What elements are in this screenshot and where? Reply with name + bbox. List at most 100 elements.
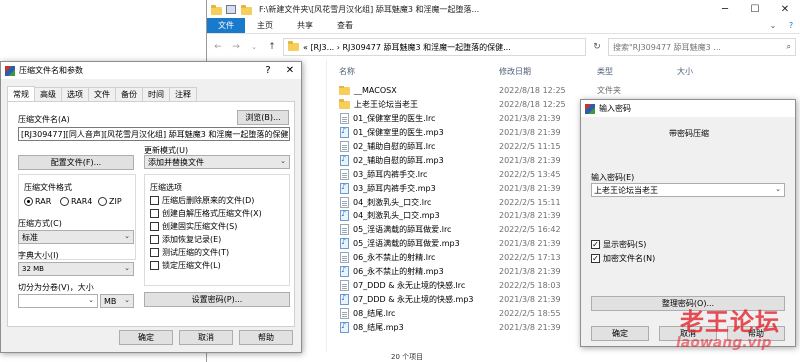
radio-rar[interactable]: RAR (24, 197, 51, 206)
save-icon[interactable] (226, 4, 236, 14)
file-name: 03_舔耳内裤手交.lrc (353, 169, 428, 179)
encrypt-names-checkbox[interactable]: ✓ 加密文件名(N) (591, 253, 655, 264)
watermark-url: laowang.vip (676, 335, 772, 351)
file-name: 上老王论坛当老王 (354, 100, 418, 110)
tab-advanced[interactable]: 高级 (34, 87, 62, 101)
minimize-icon[interactable]: ─ (710, 0, 740, 18)
set-password-button[interactable]: 设置密码(P)... (144, 292, 290, 307)
column-headers: 名称 修改日期 类型 大小 (333, 66, 800, 80)
ok-button[interactable]: 确定 (591, 326, 649, 341)
address-path: « [RJ3... › RJ309477 舔耳魅魔3 和淫魔一起堕落的保健... (303, 42, 511, 52)
option-label: 测试压缩的文件(T) (162, 248, 230, 257)
dict-size-label: 字典大小(I) (18, 251, 59, 260)
forward-arrow-icon[interactable]: → (229, 42, 243, 52)
close-icon[interactable]: ✕ (770, 0, 800, 18)
general-panel: 压缩文件名(A) 浏览(B)... [RJ309477][同人音声][风花雪月汉… (7, 101, 295, 327)
chevron-down-icon[interactable]: ⌄ (280, 129, 286, 137)
file-name: 01_保健室里的医生.mp3 (353, 128, 444, 138)
dict-size-value: 32 MB (22, 265, 44, 273)
option-solid[interactable]: 创建固实压缩文件(S) (150, 221, 237, 232)
password-value: 上老王论坛当老王 (594, 185, 658, 195)
update-mode-value: 添加并替换文件 (148, 157, 204, 167)
up-arrow-icon[interactable]: ↑ (265, 42, 279, 52)
file-row[interactable]: __MACOSX 2022/8/18 12:25 文件夹 (333, 84, 800, 98)
ribbon-tab-home[interactable]: 主页 (245, 18, 285, 33)
tab-general[interactable]: 常规 (7, 86, 35, 101)
close-icon[interactable]: ✕ (279, 65, 301, 76)
maximize-icon[interactable]: ☐ (740, 0, 770, 18)
chevron-down-icon[interactable]: ⌄ (88, 296, 94, 304)
file-name: 04_刺激乳头_口交.lrc (353, 197, 432, 207)
cancel-button[interactable]: 取消 (179, 330, 233, 345)
file-name: 02_辅助自慰的舔耳.mp3 (353, 155, 444, 165)
option-sfx[interactable]: 创建自解压格式压缩文件(X) (150, 208, 262, 219)
password-titlebar: 输入密码 (581, 100, 795, 117)
archive-name-label: 压缩文件名(A) (18, 115, 70, 124)
tab-options[interactable]: 选项 (61, 87, 89, 101)
help-icon[interactable]: ? (257, 65, 279, 76)
encrypt-names-label: 加密文件名(N) (603, 254, 656, 263)
help-icon[interactable]: ? (782, 18, 800, 33)
back-arrow-icon[interactable]: ← (211, 42, 225, 52)
radio-zip[interactable]: ZIP (98, 197, 122, 206)
browse-button[interactable]: 浏览(B)... (237, 110, 289, 125)
file-name: 07_DDD & 永无止境的快感.lrc (353, 280, 466, 290)
update-mode-select[interactable]: 添加并替换文件 ⌄ (144, 155, 290, 169)
ribbon-tab-view[interactable]: 查看 (325, 18, 365, 33)
column-date[interactable]: 修改日期 (499, 66, 597, 80)
ribbon: 文件 主页 共享 查看 ⌄ ? (207, 18, 800, 34)
option-lock[interactable]: 锁定压缩文件(L) (150, 260, 221, 271)
radio-rar4-label: RAR4 (71, 197, 93, 206)
option-recovery[interactable]: 添加恢复记录(E) (150, 234, 221, 245)
column-size[interactable]: 大小 (677, 66, 717, 80)
file-name-cell: 01_保健室里的医生.lrc (333, 113, 499, 125)
profiles-button[interactable]: 配置文件(F)... (18, 155, 134, 170)
address-bar[interactable]: « [RJ3... › RJ309477 舔耳魅魔3 和淫魔一起堕落的保健... (283, 38, 586, 56)
password-input[interactable]: 上老王论坛当老王 ⌄ (591, 183, 785, 197)
help-button[interactable]: 帮助 (239, 330, 293, 345)
tab-time[interactable]: 时间 (142, 87, 170, 101)
winrar-icon (585, 103, 595, 114)
tab-files[interactable]: 文件 (88, 87, 116, 101)
file-name-cell: 04_刺激乳头_口交.mp3 (333, 210, 499, 222)
column-type[interactable]: 类型 (597, 66, 677, 80)
file-name: 06_永不禁止的射精.lrc (353, 253, 436, 263)
ribbon-tab-share[interactable]: 共享 (285, 18, 325, 33)
archive-name-input[interactable]: [RJ309477][同人音声][风花雪月汉化组] 舔耳魅魔3 和淫魔一起堕落的… (18, 127, 290, 141)
chevron-down-icon: ⌄ (124, 296, 130, 304)
file-name: 07_DDD & 永无止境的快感.mp3 (353, 294, 474, 304)
file-name-cell: 04_刺激乳头_口交.lrc (333, 196, 499, 208)
split-size-input[interactable]: ⌄ (18, 294, 98, 308)
search-input[interactable]: 搜索"RJ309477 舔耳魅魔3 ... ⌕ (608, 38, 796, 56)
chevron-down-icon[interactable]: ⌄ (764, 18, 782, 33)
new-folder-icon[interactable] (241, 4, 252, 15)
tab-comment[interactable]: 注释 (169, 87, 197, 101)
option-delete-after[interactable]: 压缩后删除原来的文件(D) (150, 195, 254, 206)
ribbon-file-tab[interactable]: 文件 (207, 18, 245, 33)
archive-tabs: 常规 高级 选项 文件 备份 时间 注释 (1, 86, 301, 101)
file-name: 08_结尾.lrc (353, 308, 396, 318)
tab-backup[interactable]: 备份 (115, 87, 143, 101)
folder-icon (339, 99, 350, 109)
file-name: 03_舔耳内裤手交.mp3 (353, 183, 436, 193)
file-name: 08_结尾.mp3 (353, 322, 404, 332)
file-name: 01_保健室里的医生.lrc (353, 114, 436, 124)
column-name[interactable]: 名称 (333, 66, 499, 80)
dict-size-select[interactable]: 32 MB ⌄ (18, 262, 134, 276)
audio-file-icon (340, 154, 349, 166)
refresh-icon[interactable]: ↻ (590, 42, 604, 52)
split-unit-select[interactable]: MB ⌄ (100, 294, 134, 308)
audio-file-icon (340, 210, 349, 222)
option-label: 锁定压缩文件(L) (162, 261, 221, 270)
options-label: 压缩选项 (150, 183, 182, 192)
recent-dropdown-icon[interactable]: ⌄ (247, 43, 261, 51)
chevron-down-icon[interactable]: ⌄ (775, 185, 781, 193)
ok-button[interactable]: 确定 (119, 330, 173, 345)
show-password-checkbox[interactable]: ✓ 显示密码(S) (591, 239, 646, 250)
method-select[interactable]: 标准 ⌄ (18, 230, 134, 244)
folder-icon (288, 41, 299, 51)
chevron-down-icon: ⌄ (124, 264, 130, 272)
option-test[interactable]: 测试压缩的文件(T) (150, 247, 229, 258)
file-name-cell: 01_保健室里的医生.mp3 (333, 127, 499, 139)
radio-rar4[interactable]: RAR4 (60, 197, 92, 206)
